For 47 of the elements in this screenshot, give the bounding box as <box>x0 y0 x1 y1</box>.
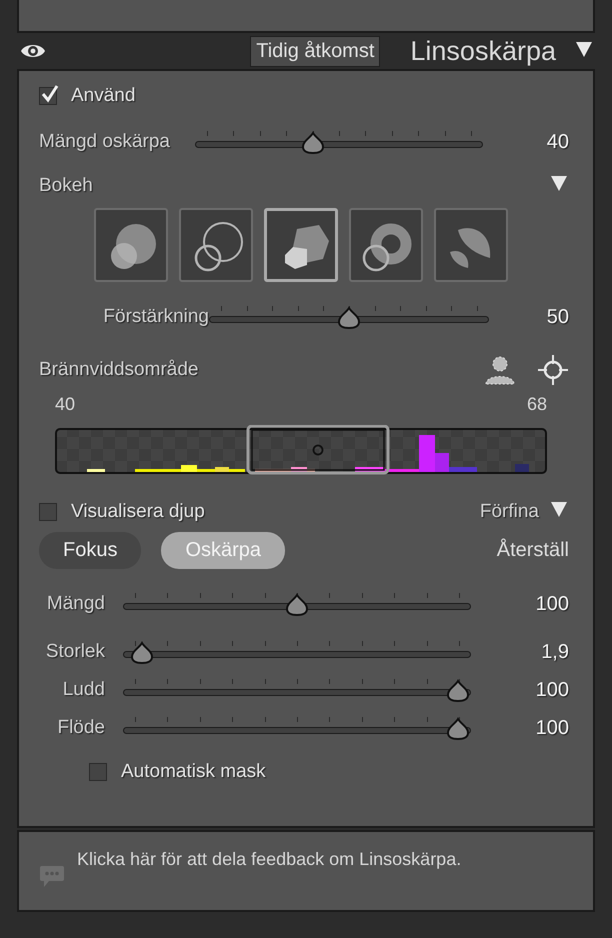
early-access-badge: Tidig åtkomst <box>250 36 380 66</box>
slider-value: 100 <box>534 678 569 702</box>
feedback-panel[interactable]: Klicka här för att dela feedback om Linsoskärpa. <box>17 830 595 912</box>
range-min-label: 40 <box>55 394 76 415</box>
bokeh-shape-button[interactable] <box>434 208 508 282</box>
slider-value: 50 <box>546 306 569 328</box>
bokeh-shape-button[interactable] <box>349 208 423 282</box>
mode-toggle-button[interactable]: Fokus <box>39 532 142 569</box>
checkbox-label: Automatisk mask <box>121 761 266 783</box>
checkbox[interactable] <box>39 87 57 105</box>
slider-thumb[interactable] <box>130 641 154 665</box>
reset-link[interactable]: Återställ <box>496 539 569 562</box>
slider-thumb[interactable] <box>337 306 361 330</box>
eye-icon[interactable] <box>20 42 46 60</box>
slider-value: 100 <box>534 716 569 740</box>
feedback-text: Klicka här för att dela feedback om Linsoskärpa. <box>77 849 462 870</box>
section-title: Brännviddsområde <box>39 359 198 381</box>
checkbox[interactable] <box>89 763 107 781</box>
checkbox[interactable] <box>39 502 57 520</box>
slider-label: Mängd oskärpa <box>39 131 171 153</box>
panel-title: Linsoskärpa <box>410 36 556 66</box>
slider-value: 40 <box>546 130 569 154</box>
slider-thumb[interactable] <box>285 593 309 617</box>
speech-bubble-icon <box>39 865 65 889</box>
checkbox-label: Använd <box>71 85 136 107</box>
refine-label[interactable]: Förfina <box>480 500 539 522</box>
slider-label: Ludd <box>62 679 105 701</box>
crosshair-icon[interactable] <box>537 354 569 386</box>
bokeh-shape-button[interactable] <box>94 208 168 282</box>
triangle-down-icon[interactable] <box>549 173 569 193</box>
person-icon[interactable] <box>483 355 517 385</box>
focal-range-drawing[interactable] <box>55 425 549 475</box>
section-title: Bokeh <box>39 174 93 196</box>
slider-label: Flöde <box>56 717 105 739</box>
bokeh-shape-button[interactable] <box>264 208 338 282</box>
slider-thumb[interactable] <box>300 131 325 155</box>
slider-label: Mängd <box>46 593 105 615</box>
slider-value: 100 <box>534 592 569 616</box>
bokeh-shape-button[interactable] <box>179 208 253 282</box>
slider-label: Storlek <box>44 641 105 663</box>
slider-value: 1,9 <box>540 640 569 664</box>
slider-label: Förstärkning <box>102 306 209 328</box>
slider-thumb[interactable] <box>446 717 470 741</box>
triangle-down-icon[interactable] <box>549 499 569 519</box>
range-max-label: 68 <box>526 394 547 415</box>
checkbox-label: Visualisera djup <box>71 500 205 522</box>
slider-thumb[interactable] <box>446 679 470 703</box>
